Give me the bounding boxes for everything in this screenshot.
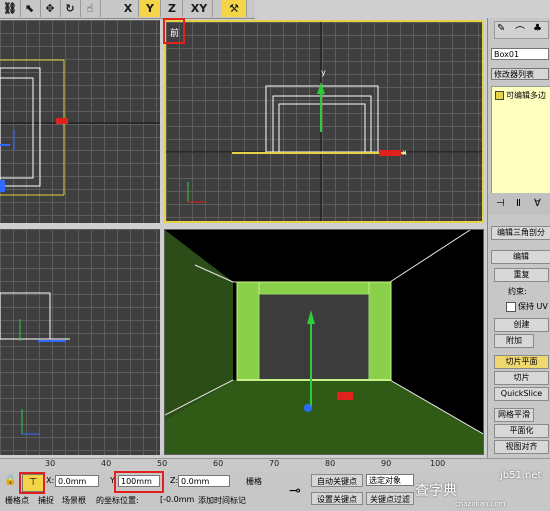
- set-key-button[interactable]: 设置关键点: [311, 492, 363, 505]
- status-bar: 🔒 ⊤ X: 0.0mm Y: 100mm Z: 0.0mm 栅格 ⊸ 自动关键…: [0, 470, 550, 511]
- pointer-icon[interactable]: ☝: [80, 0, 101, 17]
- highlight-y-field: [114, 471, 164, 493]
- axis-z-button[interactable]: Z: [162, 0, 183, 17]
- viewport-front[interactable]: 前 y x: [164, 20, 484, 223]
- repeat-button[interactable]: 重复: [494, 268, 549, 282]
- highlight-absolute-toggle: [19, 472, 45, 494]
- selection-dropdown[interactable]: 选定对象: [366, 474, 414, 486]
- timeline-tick: 30: [45, 459, 56, 468]
- watermark-sub: jb51.net: [500, 470, 542, 481]
- hierarchy-tab-icon[interactable]: ♣: [533, 23, 542, 34]
- create-button[interactable]: 创建: [494, 318, 549, 332]
- stack-controls: ⊣ Ⅱ ∀: [488, 193, 550, 215]
- lock-selection-icon[interactable]: 🔒: [4, 475, 16, 486]
- stack-item[interactable]: 可编辑多边: [506, 90, 546, 101]
- preserve-uv-checkbox[interactable]: [506, 302, 516, 312]
- show-end-result-icon[interactable]: Ⅱ: [516, 198, 521, 209]
- watermark-main: 查字典: [415, 483, 457, 499]
- panel-tabs: ✎ ⌒ ♣: [494, 21, 549, 39]
- slice-plane-button[interactable]: 切片平面: [494, 355, 549, 369]
- planarize-button[interactable]: 平面化: [494, 424, 549, 438]
- rotate-icon[interactable]: ↻: [60, 0, 81, 17]
- x-coord-field[interactable]: 0.0mm: [55, 475, 99, 487]
- stack-expand-icon[interactable]: [495, 91, 504, 100]
- bottom-left-geometry: [0, 292, 70, 435]
- select-link-icon[interactable]: ⛓: [0, 0, 21, 17]
- main-toolbar: ⛓ ⬉ ✥ ↻ ☝ X Y Z XY ⚒: [0, 0, 255, 19]
- rollout-edit-geometry[interactable]: 编辑: [491, 250, 550, 264]
- move-icon[interactable]: ✥: [40, 0, 61, 17]
- axis-y-button[interactable]: Y: [140, 0, 161, 17]
- grid-snap-label: 栅格点: [5, 496, 29, 505]
- timeline-tick: 50: [157, 459, 168, 468]
- gizmo-y-label: y: [321, 68, 326, 77]
- z-coord-field[interactable]: 0.0mm: [178, 475, 230, 487]
- top-left-geometry: [0, 59, 160, 196]
- perspective-scene: [165, 230, 483, 454]
- z-coord-label: Z:: [170, 476, 179, 485]
- coords-value: [-0.0mm: [160, 495, 195, 504]
- timeline-tick: 100: [430, 459, 446, 468]
- pin-stack-icon[interactable]: ⊣: [496, 198, 505, 209]
- front-geometry: [166, 22, 482, 221]
- mesh-smooth-button[interactable]: 网格平滑: [494, 408, 534, 422]
- constraints-label: 约束:: [508, 287, 527, 296]
- timeline-tick: 90: [381, 459, 392, 468]
- capture-label: 捕捉: [38, 496, 54, 505]
- command-panel: ✎ ⌒ ♣ Box01 修改器列表 可编辑多边 ⊣ Ⅱ ∀ 编辑三角剖分 编辑 …: [487, 18, 550, 458]
- modifier-stack: 可编辑多边: [491, 86, 550, 198]
- auto-key-button[interactable]: 自动关键点: [311, 474, 363, 487]
- modifier-list-dropdown[interactable]: 修改器列表: [491, 68, 549, 80]
- watermark-small: chazidian.com: [455, 500, 506, 508]
- timeline-tick: 40: [101, 459, 112, 468]
- attach-button[interactable]: 附加: [494, 334, 534, 348]
- coords-label: 的坐标位置:: [96, 496, 139, 505]
- timeline-tick: 70: [269, 459, 280, 468]
- axis-constraint-button[interactable]: ⚒: [222, 0, 247, 17]
- timeline-tick: 60: [213, 459, 224, 468]
- axis-x-button[interactable]: X: [118, 0, 139, 17]
- scene-root-label: 场景根: [62, 496, 86, 505]
- axis-xy-button[interactable]: XY: [186, 0, 213, 17]
- timeline-tick: 80: [325, 459, 336, 468]
- grid-label: 栅格: [246, 477, 262, 486]
- select-icon[interactable]: ⬉: [20, 0, 41, 17]
- view-align-button[interactable]: 视图对齐: [494, 440, 549, 454]
- modify-tab-icon[interactable]: ⌒: [515, 23, 525, 38]
- viewport-bottom-left[interactable]: [0, 229, 160, 455]
- rollout-edit-triangulation[interactable]: 编辑三角剖分: [491, 226, 550, 240]
- x-coord-label: X:: [46, 476, 55, 485]
- make-unique-icon[interactable]: ∀: [534, 198, 541, 209]
- highlight-front-label: [163, 18, 185, 44]
- preserve-uv-label: 保持 UV: [518, 302, 548, 311]
- viewport-perspective[interactable]: [164, 229, 484, 455]
- slice-button[interactable]: 切片: [494, 371, 549, 385]
- create-tab-icon[interactable]: ✎: [497, 23, 505, 34]
- timeline-ruler[interactable]: 30 40 50 60 70 80 90 100: [0, 458, 550, 473]
- key-filters-button[interactable]: 关键点过滤: [366, 492, 414, 505]
- quickslice-button[interactable]: QuickSlice: [494, 387, 549, 401]
- add-time-tag-label[interactable]: 添加时间标记: [198, 495, 246, 506]
- viewport-top-left[interactable]: [0, 20, 160, 223]
- gizmo-x-label: x: [402, 148, 407, 157]
- object-name-field[interactable]: Box01: [491, 48, 549, 60]
- key-mode-icon[interactable]: ⊸: [283, 478, 307, 504]
